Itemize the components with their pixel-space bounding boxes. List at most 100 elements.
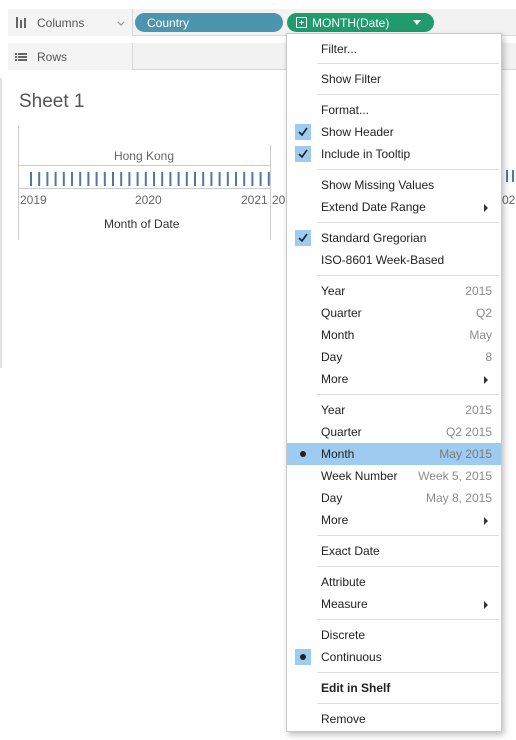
menu-item-value: May 2015 [439,447,492,461]
month-tick-mark[interactable] [112,172,114,186]
next-pane-year: 02 [502,193,516,207]
month-tick-mark[interactable] [185,172,188,186]
menu-include-tooltip[interactable]: Include in Tooltip [287,143,501,165]
year-label-2020: 2020 [135,193,162,207]
menu-continuous-week[interactable]: Week Number Week 5, 2015 [287,465,501,487]
month-tick-mark[interactable] [259,172,262,186]
month-tick-mark[interactable] [177,172,180,186]
menu-exact-date-label: Exact Date [321,544,380,558]
menu-show-missing[interactable]: Show Missing Values [287,174,501,196]
menu-standard-gregorian-label: Standard Gregorian [321,231,427,245]
menu-item-label: Month [321,447,355,461]
month-tick-mark[interactable] [71,172,73,186]
axis-title[interactable]: Month of Date [104,217,179,231]
menu-discrete[interactable]: Discrete [287,624,501,646]
month-tick-mark[interactable] [87,172,90,186]
month-tick-mark[interactable] [153,172,155,186]
menu-item-value: Q2 2015 [445,425,492,439]
menu-show-filter[interactable]: Show Filter [287,68,501,90]
month-tick-mark[interactable] [79,172,82,186]
country-pill[interactable]: Country [135,13,283,32]
pill-context-menu[interactable]: Filter... Show Filter Format... Show Hea… [286,33,502,732]
menu-exact-date[interactable]: Exact Date [287,540,501,562]
month-tick-mark[interactable] [243,172,246,186]
month-tick-mark[interactable] [267,172,270,186]
menu-discrete-more[interactable]: More [287,368,501,390]
chevron-down-icon[interactable] [117,17,125,26]
columns-icon [15,17,29,28]
submenu-arrow-icon [484,517,488,525]
month-tick-mark[interactable] [128,172,131,186]
submenu-arrow-icon [484,601,488,609]
menu-continuous-more[interactable]: More [287,509,501,531]
month-tick-mark[interactable] [103,172,106,186]
menu-discrete-year[interactable]: Year 2015 [287,280,501,302]
menu-show-header[interactable]: Show Header [287,121,501,143]
menu-edit-in-shelf-label: Edit in Shelf [321,681,391,695]
month-tick-mark[interactable] [226,172,229,186]
columns-shelf-label: Columns [8,9,133,36]
rows-icon [15,52,29,62]
menu-show-filter-label: Show Filter [321,72,382,86]
menu-extend-range[interactable]: Extend Date Range [287,196,501,218]
columns-shelf[interactable]: Columns Country MONTH(Date) [8,9,516,36]
chart-area[interactable]: Hong Kong 2019 2020 2021 20 Month of Dat… [18,125,288,240]
month-tick-mark[interactable] [54,172,57,186]
month-tick-mark[interactable] [136,172,139,186]
year-label-2021: 2021 [241,193,268,207]
month-tick-mark[interactable] [235,172,237,186]
menu-remove[interactable]: Remove [287,708,501,730]
menu-separator [317,672,499,673]
month-tick-mark[interactable] [46,172,49,186]
month-tick-mark[interactable] [202,172,205,186]
country-pill-label: Country [147,15,190,30]
year-label-2019: 2019 [20,193,47,207]
month-tick-mark[interactable] [38,172,41,186]
menu-item-value: May [469,328,492,342]
menu-separator [317,63,499,64]
menu-item-label: Day [321,350,343,364]
checkmark-icon [295,146,311,162]
menu-format[interactable]: Format... [287,99,501,121]
month-tick-mark[interactable] [30,172,32,186]
month-tick-mark[interactable] [210,172,213,186]
menu-continuous[interactable]: Continuous [287,646,501,668]
menu-iso-week[interactable]: ISO-8601 Week-Based [287,249,501,271]
month-tick-mark[interactable] [169,172,172,186]
month-tick-mark[interactable] [251,172,254,186]
pill-dropdown-icon[interactable] [413,20,421,25]
menu-continuous-quarter[interactable]: Quarter Q2 2015 [287,421,501,443]
menu-show-missing-label: Show Missing Values [321,178,435,192]
month-tick-mark[interactable] [161,172,164,186]
month-tick-mark[interactable] [144,172,147,186]
menu-filter[interactable]: Filter... [287,38,501,60]
menu-discrete-month[interactable]: Month May [287,324,501,346]
menu-discrete-quarter[interactable]: Quarter Q2 [287,302,501,324]
month-tick-mark[interactable] [95,172,98,186]
country-header[interactable]: Hong Kong [18,149,270,163]
menu-measure[interactable]: Measure [287,593,501,615]
menu-discrete-day[interactable]: Day 8 [287,346,501,368]
menu-continuous-year[interactable]: Year 2015 [287,399,501,421]
menu-standard-gregorian[interactable]: Standard Gregorian [287,227,501,249]
expand-plus-icon[interactable] [296,17,307,28]
menu-separator [317,169,499,170]
month-tick-mark[interactable] [120,172,123,186]
menu-item-label: More [321,372,349,386]
sheet-title: Sheet 1 [19,91,85,112]
menu-continuous-day[interactable]: Day May 8, 2015 [287,487,501,509]
month-tick-mark[interactable] [194,172,196,186]
month-date-pill[interactable]: MONTH(Date) [287,13,434,32]
month-tick-mark[interactable] [62,172,65,186]
month-tick-mark[interactable] [218,172,221,186]
menu-edit-in-shelf[interactable]: Edit in Shelf [287,677,501,699]
year-label-partial: 20 [272,193,286,207]
menu-attribute-label: Attribute [321,575,366,589]
selected-dot-icon [295,446,311,462]
menu-continuous-month[interactable]: Month May 2015 [287,443,501,465]
menu-separator [317,94,499,95]
menu-attribute[interactable]: Attribute [287,571,501,593]
next-pane-ticks [502,167,516,183]
menu-separator [317,394,499,395]
selected-dot-icon [295,649,311,665]
